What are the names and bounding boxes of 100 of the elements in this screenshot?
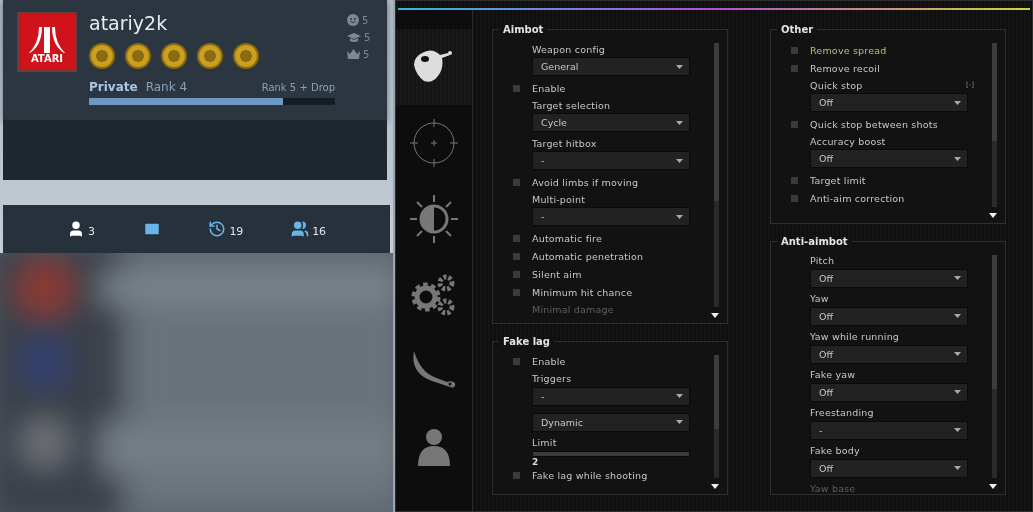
option-label: Limit	[532, 437, 557, 449]
stat-count: 5	[362, 14, 369, 26]
option-label: Target selection	[532, 99, 611, 111]
group-icon[interactable]	[291, 220, 310, 238]
checkbox[interactable]	[791, 64, 798, 72]
rank-title: Private	[89, 80, 138, 94]
option-label: Enable	[532, 356, 566, 368]
caret-icon	[676, 64, 683, 69]
social-count: 19	[229, 225, 244, 238]
option-label: Triggers	[532, 373, 572, 385]
checkbox[interactable]	[513, 84, 520, 92]
social-count: 16	[312, 225, 327, 238]
checkbox[interactable]	[513, 234, 520, 242]
option-label: Remove spread	[810, 44, 887, 56]
dropdown[interactable]: Off	[810, 93, 968, 112]
graduation-cap-icon	[347, 32, 361, 43]
dropdown[interactable]: Dynamic	[532, 412, 690, 432]
dropdown[interactable]: -	[532, 151, 690, 170]
slider-value: 2	[532, 456, 539, 467]
dropdown[interactable]: Off	[810, 149, 968, 168]
option-label: Anti-aim correction	[810, 192, 905, 204]
caret-icon	[954, 156, 961, 161]
option-label: Yaw base	[810, 483, 856, 494]
medal-icon	[161, 42, 187, 70]
dropdown[interactable]: Off	[810, 306, 968, 326]
option-label: Target hitbox	[532, 137, 597, 149]
checkbox[interactable]	[513, 472, 520, 480]
option-label: Enable	[532, 82, 566, 94]
menu-tab[interactable]	[396, 29, 472, 105]
mail-icon[interactable]	[142, 220, 161, 238]
option-label: Freestanding	[810, 407, 874, 419]
scrollbar[interactable]	[992, 254, 997, 478]
dropdown[interactable]: Cycle	[532, 113, 690, 132]
dropdown[interactable]: -	[532, 207, 690, 226]
stat-count: 5	[363, 49, 370, 60]
checkbox[interactable]	[513, 288, 520, 296]
scroll-down-icon[interactable]	[989, 484, 997, 489]
crosshair-icon	[410, 119, 458, 167]
group-title: Anti-aimbot	[780, 235, 849, 247]
option-label: Automatic fire	[532, 232, 603, 244]
caret-icon	[954, 466, 961, 471]
caret-icon	[676, 394, 683, 399]
checkbox[interactable]	[791, 46, 798, 54]
medal-icon	[125, 42, 151, 70]
checkbox[interactable]	[513, 178, 520, 186]
option-label: Quick stop	[810, 79, 863, 91]
caret-icon	[676, 158, 683, 163]
caret-icon	[954, 314, 961, 319]
caret-icon	[954, 352, 961, 357]
scrollbar[interactable]	[714, 354, 719, 478]
stat-count: 5	[364, 32, 371, 43]
option-label: Target limit	[810, 174, 866, 186]
crown-icon	[347, 49, 360, 60]
avatar-logo: ATARI	[17, 12, 77, 72]
caret-icon	[954, 390, 961, 395]
dropdown[interactable]: Off	[810, 458, 968, 478]
caret-icon	[954, 428, 961, 433]
dropdown[interactable]: Off	[810, 344, 968, 364]
medal-icon	[233, 42, 259, 70]
caret-icon	[676, 420, 683, 425]
option-label: Yaw while running	[810, 331, 900, 343]
caret-icon	[676, 214, 683, 219]
option-label: Avoid limbs if moving	[532, 176, 639, 188]
caret-icon	[954, 276, 961, 281]
scroll-down-icon[interactable]	[711, 484, 719, 489]
brightness-icon	[410, 195, 458, 243]
group-title: Aimbot	[502, 24, 545, 35]
option-label: Fake lag while shooting	[532, 470, 648, 482]
medal-icon	[197, 42, 223, 70]
slider-track[interactable]	[532, 450, 690, 457]
checkbox[interactable]	[791, 120, 798, 128]
checkbox[interactable]	[791, 176, 798, 184]
dropdown[interactable]: -	[810, 420, 968, 440]
dropdown[interactable]: General	[532, 57, 690, 76]
scrollbar[interactable]	[714, 43, 719, 307]
scroll-down-icon[interactable]	[989, 212, 997, 218]
logo-icon	[29, 27, 65, 53]
scroll-down-icon[interactable]	[711, 312, 719, 318]
dropdown[interactable]: Off	[810, 268, 968, 288]
checkbox[interactable]	[791, 194, 798, 202]
checkbox[interactable]	[513, 270, 520, 278]
scrollbar[interactable]	[992, 43, 997, 207]
face-icon	[414, 49, 454, 85]
checkbox[interactable]	[513, 358, 520, 366]
group-title: Other	[780, 24, 815, 35]
option-label: Quick stop between shots	[810, 118, 938, 130]
option-label: Silent aim	[532, 268, 582, 280]
option-label: Weapon config	[532, 43, 606, 55]
dropdown[interactable]: -	[532, 386, 690, 406]
history-icon[interactable]	[208, 220, 227, 238]
option-label: Pitch	[810, 255, 835, 267]
group-title: Fake lag	[502, 335, 551, 347]
option-label: Minimum hit chance	[532, 286, 633, 298]
username: atariy2k	[89, 12, 169, 34]
checkbox[interactable]	[513, 252, 520, 260]
option-label: Automatic penetration	[532, 250, 644, 262]
option-label: Multi-point	[532, 193, 586, 205]
caret-icon	[954, 100, 961, 105]
option-label: Remove recoil	[810, 62, 881, 74]
dropdown[interactable]: Off	[810, 382, 968, 402]
